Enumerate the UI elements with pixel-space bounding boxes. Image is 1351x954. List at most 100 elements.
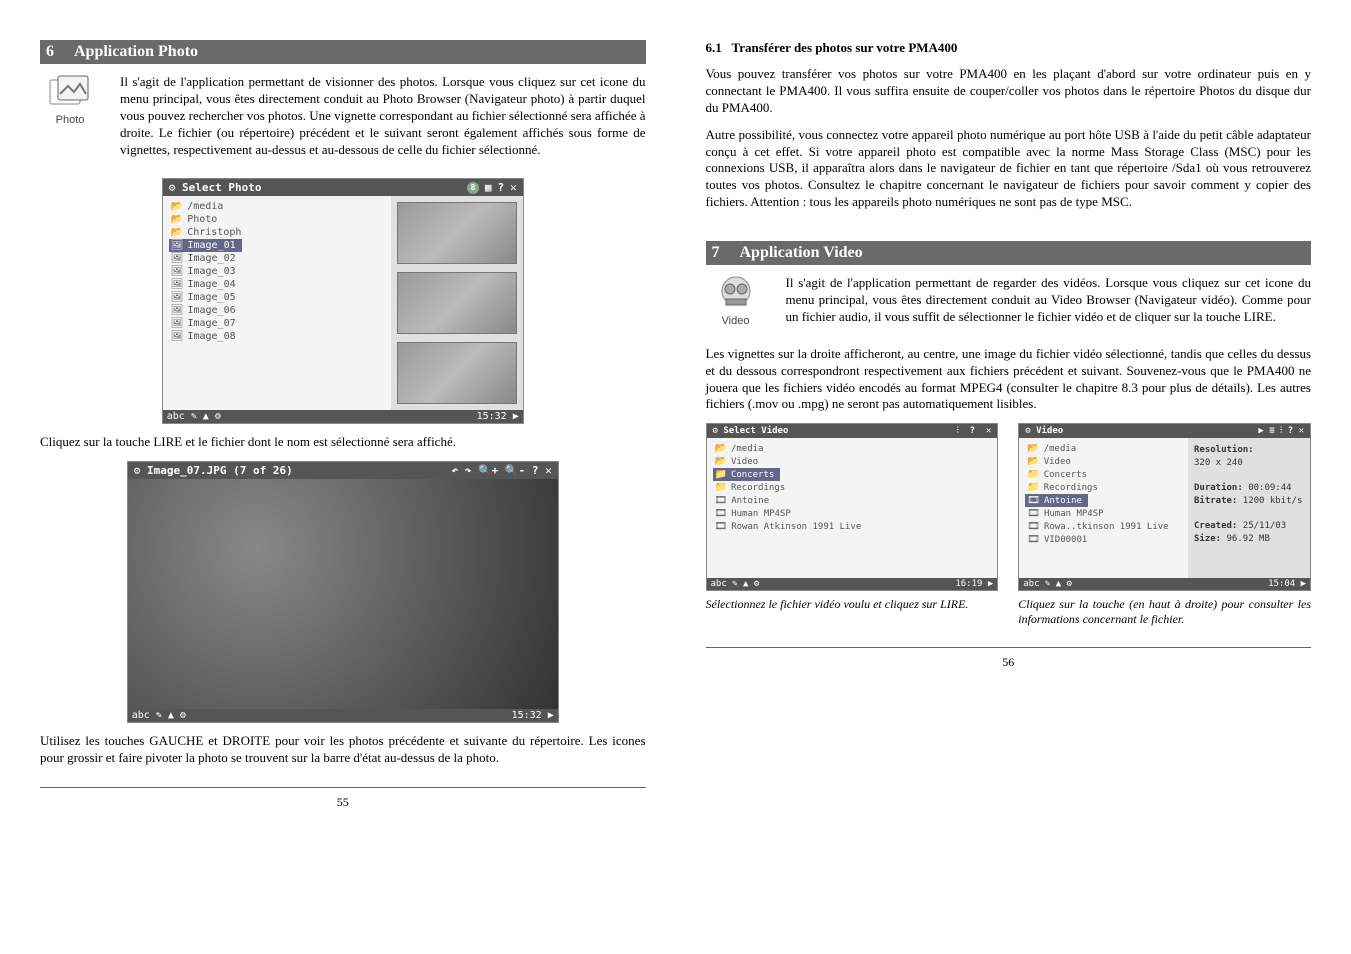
- file-type-icon: 🖼: [171, 305, 184, 316]
- viewer-footer-left: abc ✎ ▲ ⚙: [132, 710, 186, 721]
- file-type-icon: 📁: [1027, 469, 1039, 480]
- file-label: Recordings: [1044, 483, 1098, 493]
- file-label: Image_03: [187, 266, 235, 277]
- video-below-text: Les vignettes sur la droite afficheront,…: [706, 346, 1312, 414]
- list-item: 🖼Image_05: [169, 291, 385, 304]
- file-type-icon: 📁: [715, 469, 727, 480]
- list-item: 🖼Image_06: [169, 304, 385, 317]
- footer-right: 16:19 ▶: [955, 579, 993, 589]
- video-info-screenshot: ⚙ Video ▶ ≡ ⫶ ? ✕ 📂 /media 📂 Video 📁 Concerts…: [1018, 423, 1311, 591]
- transfer-paragraph-1: Vous pouvez transférer vos photos sur vo…: [706, 66, 1312, 117]
- list-item: 🖼Image_03: [169, 265, 385, 278]
- list-item: 🎞Rowa..tkinson 1991 Live: [1025, 520, 1182, 533]
- viewer-title: ⚙ Image_07.JPG (7 of 26): [134, 464, 293, 477]
- footer-left: abc ✎ ▲ ⚙: [711, 579, 760, 589]
- file-label: /media: [731, 444, 764, 454]
- file-type-icon: 🖼: [171, 240, 184, 251]
- list-item: 📂 /media: [1025, 442, 1182, 455]
- section-number: 6: [46, 43, 66, 61]
- list-item: 📁Recordings: [713, 481, 992, 494]
- list-item: 🎞VID00001: [1025, 533, 1182, 546]
- file-type-icon: 🖼: [171, 331, 184, 342]
- layout-icon: ▦: [485, 181, 492, 194]
- list-item: 📁 Recordings: [1025, 481, 1182, 494]
- preview-pane: [391, 196, 523, 410]
- photo-intro-text: Il s'agit de l'application permettant de…: [120, 74, 646, 158]
- page-number-left: 55: [40, 795, 646, 810]
- select-photo-header-icons: 8 ▦ ? ✕: [467, 181, 517, 194]
- thumb-current: [397, 272, 517, 334]
- file-label: Image_05: [187, 292, 235, 303]
- list-item: 🖼Image_04: [169, 278, 385, 291]
- viewer-image: [128, 479, 558, 709]
- file-type-icon: 🎞: [715, 508, 728, 519]
- select-photo-title: ⚙ Select Photo: [169, 181, 262, 194]
- file-label: /media: [1044, 444, 1077, 454]
- photo-icon-label: Photo: [56, 114, 85, 126]
- file-label: Image_04: [187, 279, 235, 290]
- file-type-icon: 📂: [715, 443, 727, 454]
- file-type-icon: 📁: [1027, 482, 1039, 493]
- select-video-title: ⚙ Select Video: [713, 426, 789, 436]
- file-label: Human MP4SP: [1044, 509, 1104, 519]
- list-item: 📁 Concerts: [713, 468, 781, 481]
- file-label: Video: [731, 457, 758, 467]
- photo-icon: [48, 74, 92, 110]
- file-type-icon: 🖼: [171, 318, 184, 329]
- file-label: Rowa..tkinson 1991 Live: [1044, 522, 1169, 532]
- footer-left: abc ✎ ▲ ⚙: [1023, 579, 1072, 589]
- list-item: 🖼Image_07: [169, 317, 385, 330]
- video-icon-label: Video: [722, 315, 750, 327]
- caption-1: Sélectionnez le fichier vidéo voulu et c…: [706, 597, 999, 627]
- bottom-instruction: Utilisez les touches GAUCHE et DROITE po…: [40, 733, 646, 767]
- section-6-header: 6 Application Photo: [40, 40, 646, 64]
- list-item: 🖼Image_08: [169, 330, 385, 343]
- thumb-prev: [397, 202, 517, 264]
- image-viewer-screenshot: ⚙ Image_07.JPG (7 of 26) ↶ ↷ 🔍+ 🔍- ? ✕ a…: [127, 461, 559, 723]
- subsection-6-1: 6.1 Transférer des photos sur votre PMA4…: [706, 40, 1312, 56]
- file-label: Concerts: [1044, 470, 1087, 480]
- footer-left-icons: abc ✎ ▲ ⚙: [167, 411, 221, 422]
- list-item: 📂 Video: [1025, 455, 1182, 468]
- file-label: Antoine: [1044, 496, 1082, 506]
- video-info-title: ⚙ Video: [1025, 426, 1063, 436]
- file-label: Image_08: [187, 331, 235, 342]
- section-title: Application Photo: [74, 43, 198, 60]
- list-item: 🖼Image_01: [169, 239, 242, 252]
- list-item: 📂 Video: [713, 455, 992, 468]
- file-label: Human MP4SP: [731, 509, 791, 519]
- thumb-next: [397, 342, 517, 404]
- select-video-screenshot: ⚙ Select Video ⫶ ? ✕ 📂/media📂Video📁Conce…: [706, 423, 999, 591]
- photo-app-icon-block: Photo: [40, 74, 100, 168]
- file-type-icon: 📂: [171, 201, 183, 212]
- file-type-icon: 🖼: [171, 266, 184, 277]
- select-photo-screenshot: ⚙ Select Photo 8 ▦ ? ✕ 📂 /media 📂 Photo📂Chr…: [162, 178, 524, 424]
- file-type-icon: 📂: [171, 214, 183, 225]
- list-item: 📁 Concerts: [1025, 468, 1182, 481]
- list-item: 🎞Rowan Atkinson 1991 Live: [713, 520, 992, 533]
- page-left: 6 Application Photo Photo Il s'agit de l…: [40, 40, 646, 810]
- section-title: Application Video: [740, 244, 863, 261]
- video-info-header-icons: ▶ ≡ ⫶ ? ✕: [1258, 426, 1304, 436]
- file-label: Photo: [187, 214, 217, 225]
- list-item: 🖼Image_02: [169, 252, 385, 265]
- file-type-icon: 🎞: [1027, 508, 1040, 519]
- file-label: Video: [1044, 457, 1071, 467]
- video-intro-text: Il s'agit de l'application permettant de…: [786, 275, 1312, 326]
- file-label: Recordings: [731, 483, 785, 493]
- file-list: 📂/media📂Photo📂Christoph🖼Image_01🖼Image_0…: [163, 196, 391, 410]
- list-item: 🎞Antoine: [713, 494, 992, 507]
- viewer-header-icons: ↶ ↷ 🔍+ 🔍- ? ✕: [452, 464, 552, 477]
- transfer-paragraph-2: Autre possibilité, vous connectez votre …: [706, 127, 1312, 211]
- list-item: 🎞Human MP4SP: [713, 507, 992, 520]
- list-item: 📂Christoph: [169, 226, 385, 239]
- file-type-icon: 📂: [715, 456, 727, 467]
- file-type-icon: 🎞: [715, 521, 728, 532]
- file-type-icon: 📂: [1027, 443, 1039, 454]
- file-label: Concerts: [731, 470, 774, 480]
- mid-instruction: Cliquez sur la touche LIRE et le fichier…: [40, 434, 646, 451]
- file-type-icon: 🎞: [1027, 495, 1040, 506]
- file-label: Image_07: [187, 318, 235, 329]
- file-label: /media: [187, 201, 223, 212]
- file-type-icon: 📂: [1027, 456, 1039, 467]
